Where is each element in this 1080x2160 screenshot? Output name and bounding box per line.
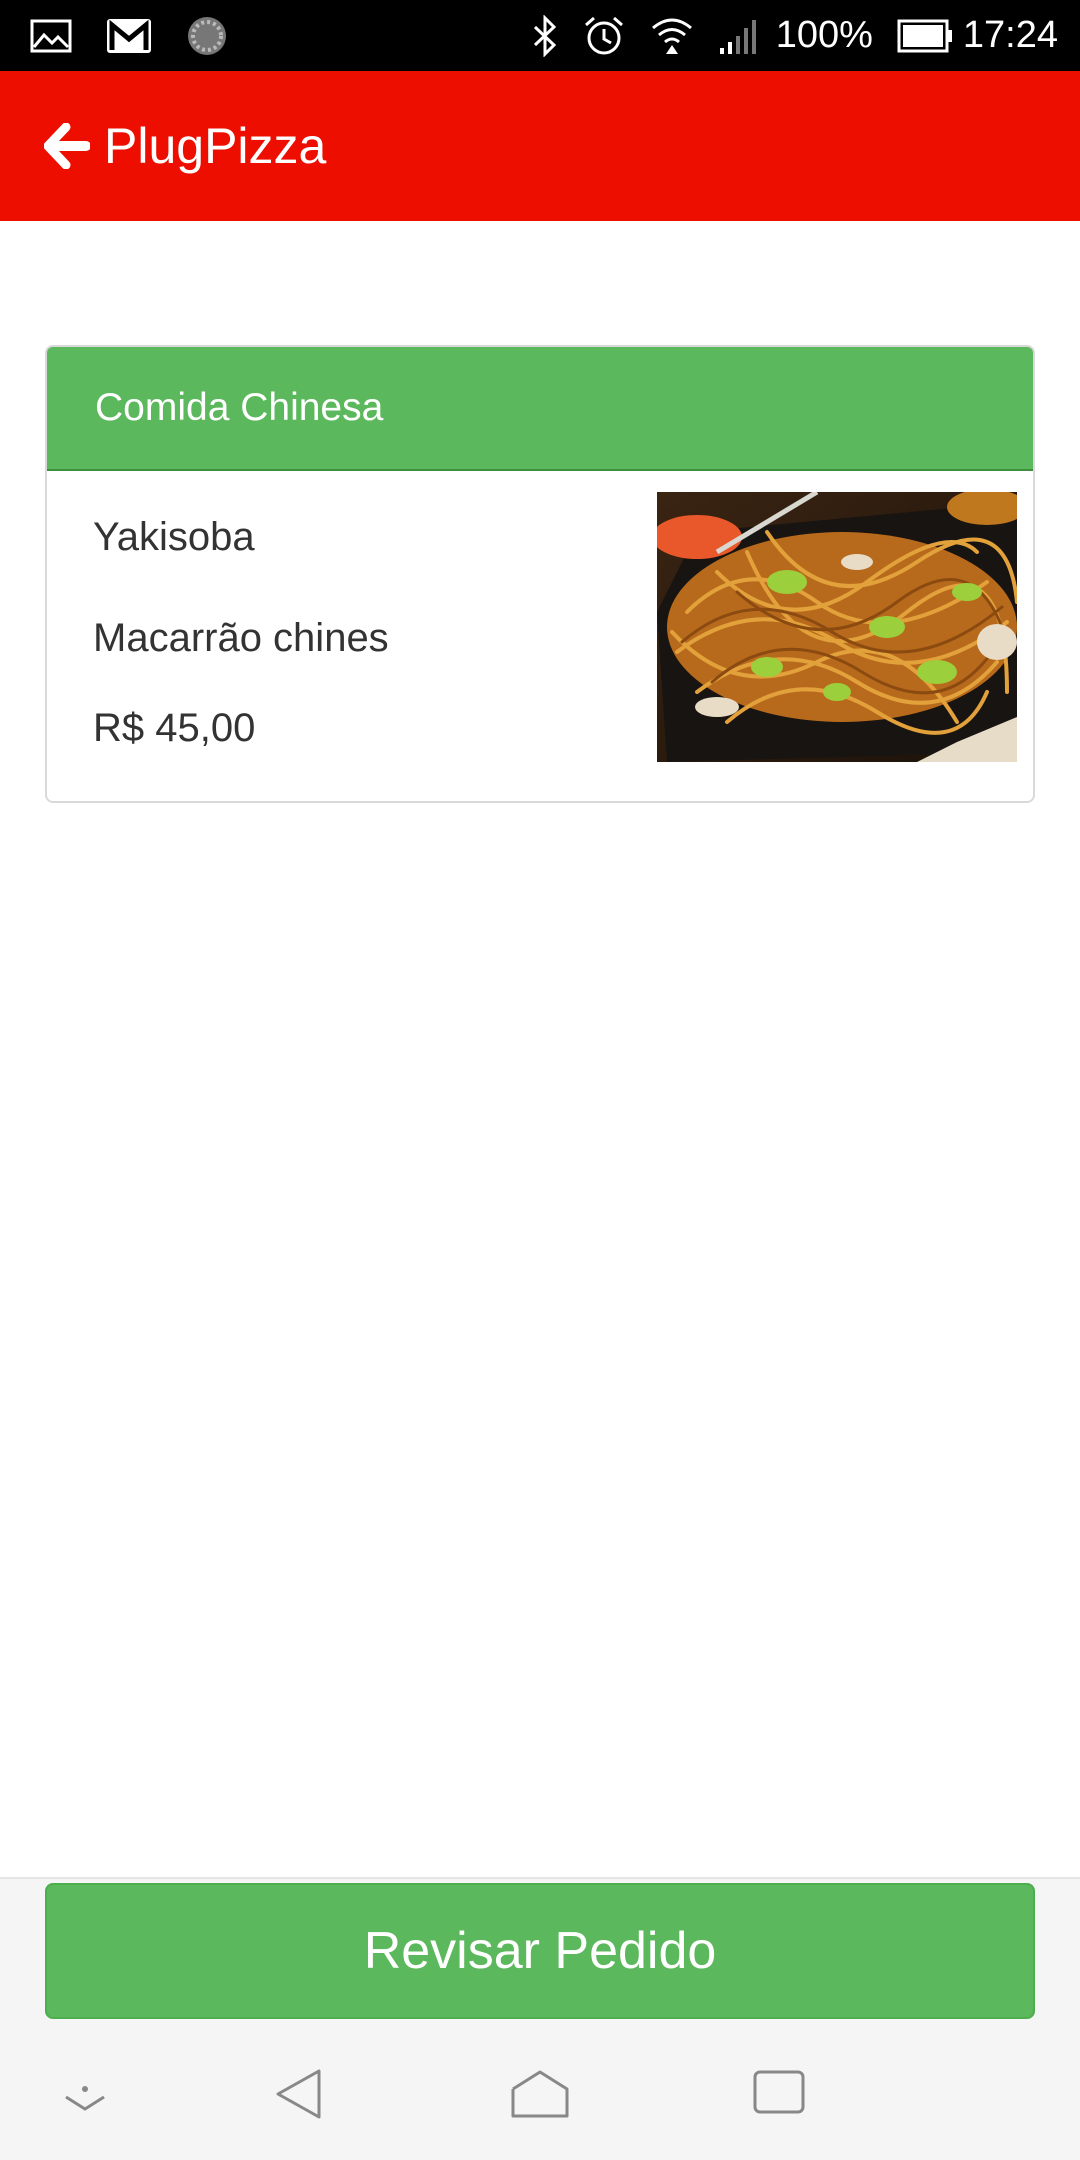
notification-icons [30,15,262,57]
item-photo [657,492,1017,762]
bluetooth-icon [533,14,556,57]
collapse-icon [65,2086,105,2111]
item-description: Macarrão chines [93,616,389,660]
app-title: PlugPizza [104,118,327,174]
home-nav-button[interactable] [510,2069,570,2119]
bottom-area: Revisar Pedido [0,1877,1080,2160]
image-icon [30,19,72,52]
navigation-bar [0,2049,1080,2160]
app-bar: PlugPizza [0,71,1080,221]
back-nav-button[interactable] [274,2069,324,2119]
arrow-left-icon [44,123,90,169]
battery-percentage: 100% [775,14,873,56]
review-order-button[interactable]: Revisar Pedido [45,1883,1035,2019]
yakisoba-photo [657,492,1017,762]
home-icon [511,2070,569,2118]
recents-nav-button[interactable] [752,2069,806,2115]
system-icons: 100% 17:24 [508,14,1058,58]
status-bar: 100% 17:24 [0,0,1080,71]
item-details: Yakisoba Macarrão chines R$ 45,00 [93,503,389,773]
item-price: R$ 45,00 [93,706,256,750]
screen: 100% 17:24 PlugPizza Comida Chinesa Yaki… [0,0,1080,2160]
alarm-icon [584,16,623,54]
recents-icon [753,2070,805,2114]
item-name: Yakisoba [93,515,255,559]
category-header: Comida Chinesa [47,347,1033,471]
collapse-button[interactable] [62,2069,108,2115]
loading-icon [188,16,226,55]
wifi-icon [651,18,692,54]
category-card: Comida Chinesa Yakisoba Macarrão chines … [45,345,1035,803]
status-clock: 17:24 [962,14,1058,56]
category-title: Comida Chinesa [95,386,384,429]
menu-item[interactable]: Yakisoba Macarrão chines R$ 45,00 [47,471,1033,801]
back-button[interactable]: PlugPizza [44,117,326,175]
signal-icon [719,19,756,54]
battery-icon [897,19,952,52]
back-icon [276,2069,321,2119]
gmail-icon [107,18,151,53]
